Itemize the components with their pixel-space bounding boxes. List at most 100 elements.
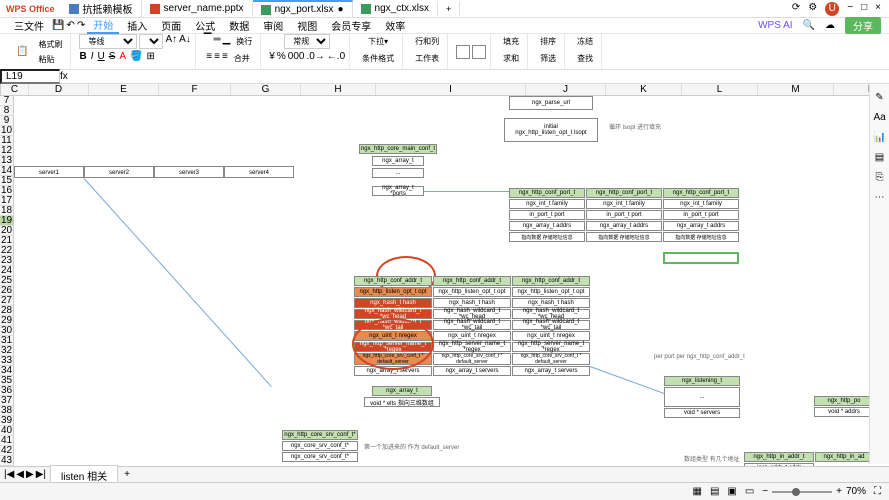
column-header[interactable]: H bbox=[301, 84, 376, 95]
spreadsheet-canvas[interactable]: server1 server2 server3 server4 ngx_pars… bbox=[14, 96, 889, 482]
fullscreen-icon[interactable]: ⛶ bbox=[874, 486, 881, 497]
tab-doc-0[interactable]: 抗抵赖模板 bbox=[61, 0, 142, 18]
align-mid-icon[interactable]: ═ bbox=[214, 34, 221, 49]
menu-insert[interactable]: 插入 bbox=[121, 18, 153, 33]
menu-review[interactable]: 审阅 bbox=[257, 18, 289, 33]
formula-input[interactable] bbox=[68, 71, 889, 82]
view-normal-icon[interactable]: ▦ bbox=[692, 486, 701, 497]
percent-icon[interactable]: % bbox=[277, 51, 286, 62]
maximize-icon[interactable]: □ bbox=[861, 2, 867, 16]
freeze-button[interactable]: 冻结 bbox=[573, 34, 597, 49]
undo-icon[interactable]: ↶ bbox=[66, 20, 74, 31]
side-style-icon[interactable]: Aa bbox=[874, 112, 886, 124]
number-format-select[interactable]: 常规 bbox=[284, 34, 330, 49]
currency-icon[interactable]: ¥ bbox=[269, 51, 275, 62]
cell-style-icon[interactable] bbox=[472, 45, 486, 59]
fill-color-button[interactable]: 🪣 bbox=[130, 51, 142, 62]
increase-font-icon[interactable]: A↑ bbox=[165, 34, 177, 49]
font-size-select[interactable]: 11 bbox=[139, 34, 163, 49]
zoom-out-button[interactable]: − bbox=[762, 486, 768, 497]
view-reading-icon[interactable]: ▭ bbox=[745, 486, 754, 497]
row-col-button[interactable]: 行和列 bbox=[411, 34, 443, 49]
tab-doc-1[interactable]: server_name.pptx bbox=[142, 1, 253, 16]
column-header[interactable]: I bbox=[376, 84, 526, 95]
search-icon[interactable]: 🔍 bbox=[803, 20, 815, 31]
settings-icon[interactable]: ⚙ bbox=[808, 2, 817, 16]
column-header[interactable]: M bbox=[758, 84, 834, 95]
side-backup-icon[interactable]: ⎘ bbox=[874, 172, 886, 184]
font-name-select[interactable]: 等线 bbox=[79, 34, 137, 49]
prev-sheet-icon[interactable]: ◀ bbox=[16, 469, 24, 480]
column-header[interactable]: C bbox=[1, 84, 29, 95]
share-button[interactable]: 分享 bbox=[845, 17, 881, 34]
tab-doc-3[interactable]: ngx_ctx.xlsx bbox=[353, 1, 438, 16]
dropdown-button[interactable]: 下拉▾ bbox=[364, 34, 392, 49]
side-more-icon[interactable]: ⋯ bbox=[874, 192, 886, 204]
column-header[interactable]: K bbox=[606, 84, 682, 95]
underline-button[interactable]: U bbox=[97, 51, 104, 62]
menu-member[interactable]: 会员专享 bbox=[325, 18, 377, 33]
find-button[interactable]: 查找 bbox=[573, 51, 597, 66]
add-sheet-button[interactable]: + bbox=[118, 469, 136, 480]
file-menu[interactable]: 三文件 bbox=[8, 18, 50, 33]
wrap-button[interactable]: 换行 bbox=[232, 34, 256, 49]
next-sheet-icon[interactable]: ▶ bbox=[26, 469, 34, 480]
view-custom-icon[interactable]: ▣ bbox=[727, 486, 736, 497]
column-header[interactable]: L bbox=[682, 84, 758, 95]
align-top-icon[interactable]: ▔ bbox=[204, 34, 212, 49]
close-icon[interactable]: × bbox=[875, 2, 881, 16]
zoom-slider-handle[interactable] bbox=[792, 488, 800, 496]
column-header[interactable]: J bbox=[526, 84, 606, 95]
font-color-button[interactable]: A bbox=[119, 51, 126, 62]
worksheet-button[interactable]: 工作表 bbox=[411, 51, 443, 66]
align-center-icon[interactable]: ≡ bbox=[214, 51, 220, 66]
menu-formula[interactable]: 公式 bbox=[189, 18, 221, 33]
conditional-format-button[interactable]: 条件格式 bbox=[358, 51, 398, 66]
table-style-icon[interactable] bbox=[456, 45, 470, 59]
cell-reference-input[interactable] bbox=[0, 69, 60, 84]
filter-button[interactable]: 筛选 bbox=[536, 51, 560, 66]
cloud-icon[interactable]: ☁ bbox=[825, 20, 835, 31]
last-sheet-icon[interactable]: ▶| bbox=[36, 469, 46, 480]
bold-button[interactable]: B bbox=[79, 51, 86, 62]
new-tab-button[interactable]: + bbox=[438, 2, 460, 16]
sort-button[interactable]: 排序 bbox=[536, 34, 560, 49]
column-header[interactable]: D bbox=[29, 84, 89, 95]
fill-button[interactable]: 填充 bbox=[499, 34, 523, 49]
zoom-in-button[interactable]: + bbox=[836, 486, 842, 497]
column-header[interactable]: F bbox=[159, 84, 231, 95]
merge-button[interactable]: 合并 bbox=[230, 51, 254, 66]
align-left-icon[interactable]: ≡ bbox=[206, 51, 212, 66]
italic-button[interactable]: I bbox=[91, 51, 94, 62]
save-icon[interactable]: 💾 bbox=[52, 20, 64, 31]
redo-icon[interactable]: ↷ bbox=[77, 20, 85, 31]
tab-doc-2[interactable]: ngx_port.xlsx● bbox=[253, 0, 353, 17]
first-sheet-icon[interactable]: |◀ bbox=[4, 469, 14, 480]
side-chart-icon[interactable]: 📊 bbox=[874, 132, 886, 144]
fx-icon[interactable]: fx bbox=[60, 71, 68, 82]
menu-data[interactable]: 数据 bbox=[223, 18, 255, 33]
sum-button[interactable]: 求和 bbox=[499, 51, 523, 66]
minimize-icon[interactable]: − bbox=[847, 2, 853, 16]
side-pen-icon[interactable]: ✎ bbox=[874, 92, 886, 104]
zoom-level[interactable]: 70% bbox=[846, 486, 866, 497]
strike-button[interactable]: S bbox=[109, 51, 116, 62]
comma-icon[interactable]: 000 bbox=[288, 51, 305, 62]
wps-ai-button[interactable]: WPS AI bbox=[758, 20, 792, 31]
side-filter-icon[interactable]: ▤ bbox=[874, 152, 886, 164]
sync-icon[interactable]: ⟳ bbox=[792, 2, 800, 16]
align-bot-icon[interactable]: ▁ bbox=[223, 34, 231, 49]
menu-start[interactable]: 开始 bbox=[87, 17, 119, 34]
menu-view[interactable]: 视图 bbox=[291, 18, 323, 33]
column-header[interactable]: G bbox=[231, 84, 301, 95]
dec-inc-icon[interactable]: .0→ bbox=[306, 51, 324, 62]
format-painter-button[interactable]: 格式刷 bbox=[34, 37, 66, 52]
align-right-icon[interactable]: ≡ bbox=[222, 51, 228, 66]
decrease-font-icon[interactable]: A↓ bbox=[179, 34, 191, 49]
column-header[interactable]: E bbox=[89, 84, 159, 95]
paste-button[interactable]: 📋 bbox=[12, 44, 32, 59]
view-page-icon[interactable]: ▤ bbox=[710, 486, 719, 497]
menu-page[interactable]: 页面 bbox=[155, 18, 187, 33]
menu-efficiency[interactable]: 效率 bbox=[379, 18, 411, 33]
user-avatar[interactable]: U bbox=[825, 2, 839, 16]
